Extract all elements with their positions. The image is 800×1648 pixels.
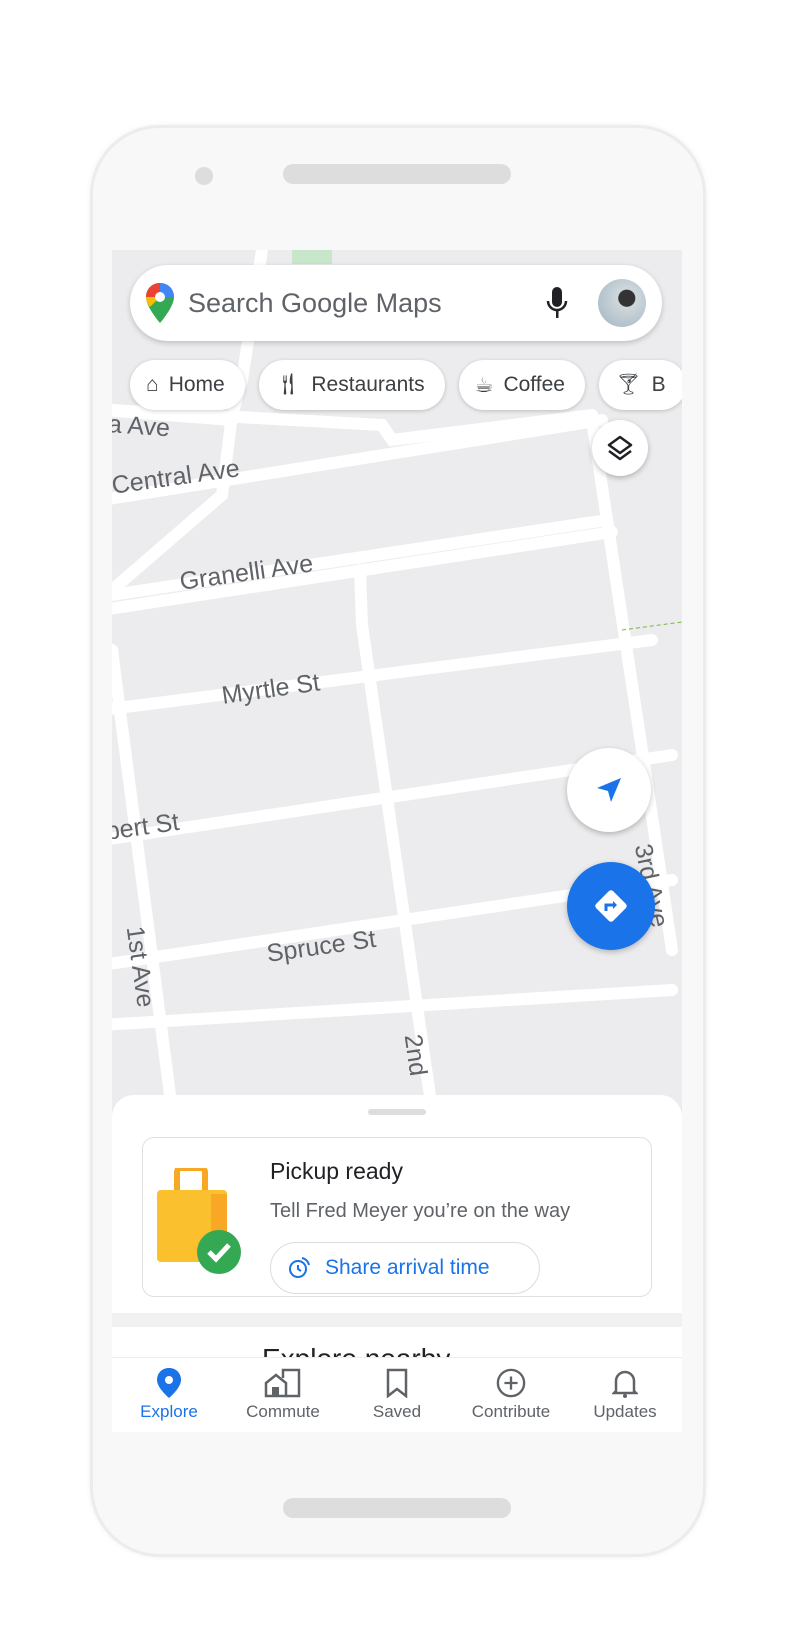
bookmark-icon (386, 1368, 408, 1398)
chip-coffee[interactable]: ☕︎ Coffee (458, 360, 585, 410)
street-label: a Ave (112, 410, 171, 443)
nav-saved[interactable]: Saved (340, 1358, 454, 1432)
search-bar[interactable]: Search Google Maps (130, 265, 662, 341)
category-chips: ⌂ Home 🍴︎ Restaurants ☕︎ Coffee 🍸︎ B (130, 360, 682, 410)
card-title: Pickup ready (270, 1158, 403, 1184)
commute-icon (264, 1368, 301, 1398)
directions-button[interactable] (567, 862, 655, 950)
chip-home[interactable]: ⌂ Home (130, 360, 245, 410)
chip-restaurants[interactable]: 🍴︎ Restaurants (258, 360, 445, 410)
chip-bars[interactable]: 🍸︎ B (598, 360, 682, 410)
my-location-button[interactable] (567, 748, 651, 832)
navigation-arrow-icon (597, 778, 621, 802)
avatar[interactable] (598, 279, 646, 327)
fork-knife-icon: 🍴︎ (274, 373, 302, 396)
share-arrival-time-button[interactable]: Share arrival time (270, 1242, 540, 1294)
layers-icon (607, 435, 633, 461)
share-time-icon (289, 1257, 310, 1278)
search-input[interactable]: Search Google Maps (188, 288, 546, 319)
bottom-nav: Explore Commute Saved Contribute Updates (112, 1357, 682, 1432)
layers-button[interactable] (592, 420, 648, 476)
directions-icon (595, 890, 627, 922)
nav-contribute[interactable]: Contribute (454, 1358, 568, 1432)
speaker-bottom (283, 1498, 511, 1518)
nav-explore[interactable]: Explore (112, 1358, 226, 1432)
home-icon: ⌂ (146, 373, 159, 396)
street-label: 2nd (398, 1032, 433, 1078)
explore-pin-icon (157, 1368, 181, 1398)
cocktail-icon: 🍸︎ (614, 373, 642, 396)
pickup-card[interactable]: Pickup ready Tell Fred Meyer you’re on t… (142, 1137, 652, 1297)
section-divider (112, 1313, 682, 1327)
card-subtitle: Tell Fred Meyer you’re on the way (270, 1200, 571, 1222)
bell-icon (612, 1370, 638, 1398)
bottom-sheet: Pickup ready Tell Fred Meyer you’re on t… (112, 1095, 682, 1432)
sheet-drag-handle[interactable] (368, 1109, 426, 1115)
shopping-bag-check-icon (157, 1168, 241, 1274)
add-circle-icon (496, 1368, 526, 1398)
nav-commute[interactable]: Commute (226, 1358, 340, 1432)
nav-updates[interactable]: Updates (568, 1358, 682, 1432)
google-maps-pin-icon (146, 283, 174, 323)
speaker-top (283, 164, 511, 184)
coffee-icon: ☕︎ (474, 373, 494, 397)
microphone-icon[interactable] (546, 287, 568, 319)
front-camera (195, 167, 213, 185)
maps-screen: a Ave Central Ave Granelli Ave Myrtle St… (112, 250, 682, 1432)
